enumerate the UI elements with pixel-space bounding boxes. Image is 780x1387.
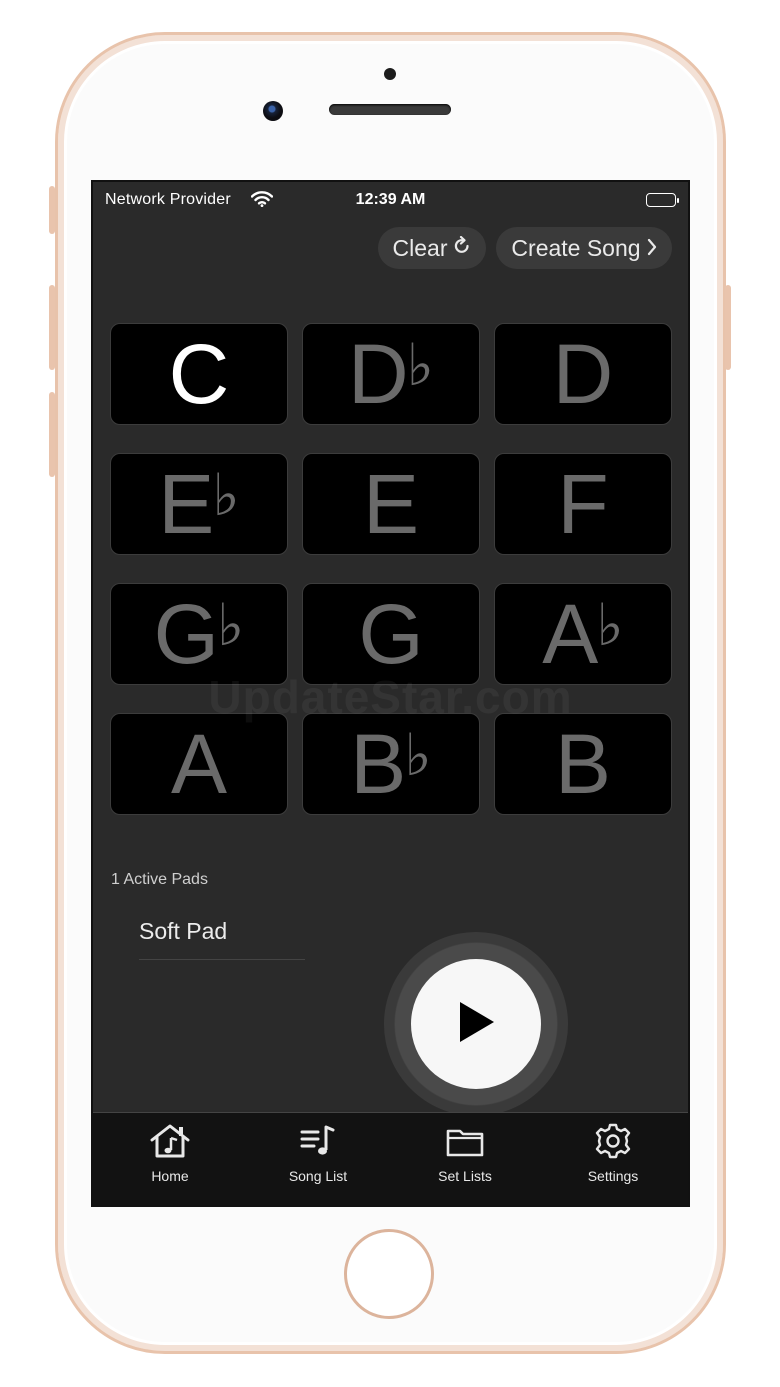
tab-home-label: Home xyxy=(151,1168,189,1184)
key-pad-note: B xyxy=(350,717,407,811)
volume-up-button xyxy=(49,285,55,370)
key-pad-note: B xyxy=(554,717,612,811)
silent-switch xyxy=(49,186,55,234)
clear-button[interactable]: Clear xyxy=(378,227,486,269)
tab-settings-label: Settings xyxy=(587,1168,639,1184)
tab-set-lists-label: Set Lists xyxy=(438,1168,492,1184)
key-pad-note: E xyxy=(362,457,420,551)
battery-icon xyxy=(646,193,679,207)
create-song-label: Create Song xyxy=(511,234,641,261)
tab-set-lists[interactable]: Set Lists xyxy=(405,1113,525,1205)
tab-settings[interactable]: Settings xyxy=(553,1113,673,1205)
power-button xyxy=(725,285,731,370)
active-pads-count: 1 Active Pads xyxy=(111,871,208,888)
key-pad-note: F xyxy=(557,457,609,551)
chevron-right-icon xyxy=(647,235,657,262)
tab-song-list-label: Song List xyxy=(288,1168,348,1184)
app-screen: Network Provider 12:39 AM Clear Create S… xyxy=(91,180,690,1207)
clear-label: Clear xyxy=(392,234,448,261)
key-pad-e[interactable]: E xyxy=(302,453,480,555)
tab-song-list[interactable]: Song List xyxy=(258,1113,378,1205)
key-pad-note: D xyxy=(347,327,409,421)
status-bar: Network Provider 12:39 AM xyxy=(93,182,688,218)
key-pad-c[interactable]: C xyxy=(110,323,288,425)
song-list-icon xyxy=(298,1113,338,1164)
key-pad-flat: ♭ xyxy=(406,333,435,398)
key-pad-note: C xyxy=(168,327,230,421)
key-pad-flat: ♭ xyxy=(404,723,432,788)
key-pad-flat: ♭ xyxy=(212,463,240,528)
proximity-sensor xyxy=(384,68,396,80)
home-music-icon xyxy=(149,1113,191,1164)
key-pad-b[interactable]: B xyxy=(494,713,672,815)
watermark: UpdateStar.com xyxy=(208,671,573,723)
earpiece-speaker xyxy=(329,104,451,115)
key-pad-grid: C D ♭ D E ♭ E F G ♭ G A ♭ A B ♭ B xyxy=(110,323,673,815)
play-icon xyxy=(456,1000,496,1049)
key-pad-b-flat[interactable]: B ♭ xyxy=(302,713,480,815)
create-song-button[interactable]: Create Song xyxy=(496,227,672,269)
front-camera xyxy=(263,101,283,121)
tab-home[interactable]: Home xyxy=(110,1113,230,1205)
key-pad-note: A xyxy=(542,587,599,681)
key-pad-d-flat[interactable]: D ♭ xyxy=(302,323,480,425)
key-pad-flat: ♭ xyxy=(596,593,624,658)
current-pad-name[interactable]: Soft Pad xyxy=(139,918,227,945)
status-time: 12:39 AM xyxy=(355,191,426,208)
key-pad-f[interactable]: F xyxy=(494,453,672,555)
key-pad-flat: ♭ xyxy=(216,593,245,658)
refresh-icon xyxy=(453,235,471,262)
gear-icon xyxy=(593,1113,633,1164)
tab-bar: Home Song List Set Lists Settings xyxy=(93,1112,688,1205)
key-pad-note: D xyxy=(552,327,614,421)
key-pad-e-flat[interactable]: E ♭ xyxy=(110,453,288,555)
folder-icon xyxy=(445,1113,485,1164)
pad-name-divider xyxy=(139,959,305,960)
play-button[interactable] xyxy=(411,959,541,1089)
key-pad-a[interactable]: A xyxy=(110,713,288,815)
key-pad-note: A xyxy=(170,717,228,811)
volume-down-button xyxy=(49,392,55,477)
key-pad-note: G xyxy=(153,587,219,681)
key-pad-note: E xyxy=(158,457,215,551)
key-pad-note: G xyxy=(358,587,424,681)
home-hardware-button[interactable] xyxy=(344,1229,434,1319)
key-pad-d[interactable]: D xyxy=(494,323,672,425)
